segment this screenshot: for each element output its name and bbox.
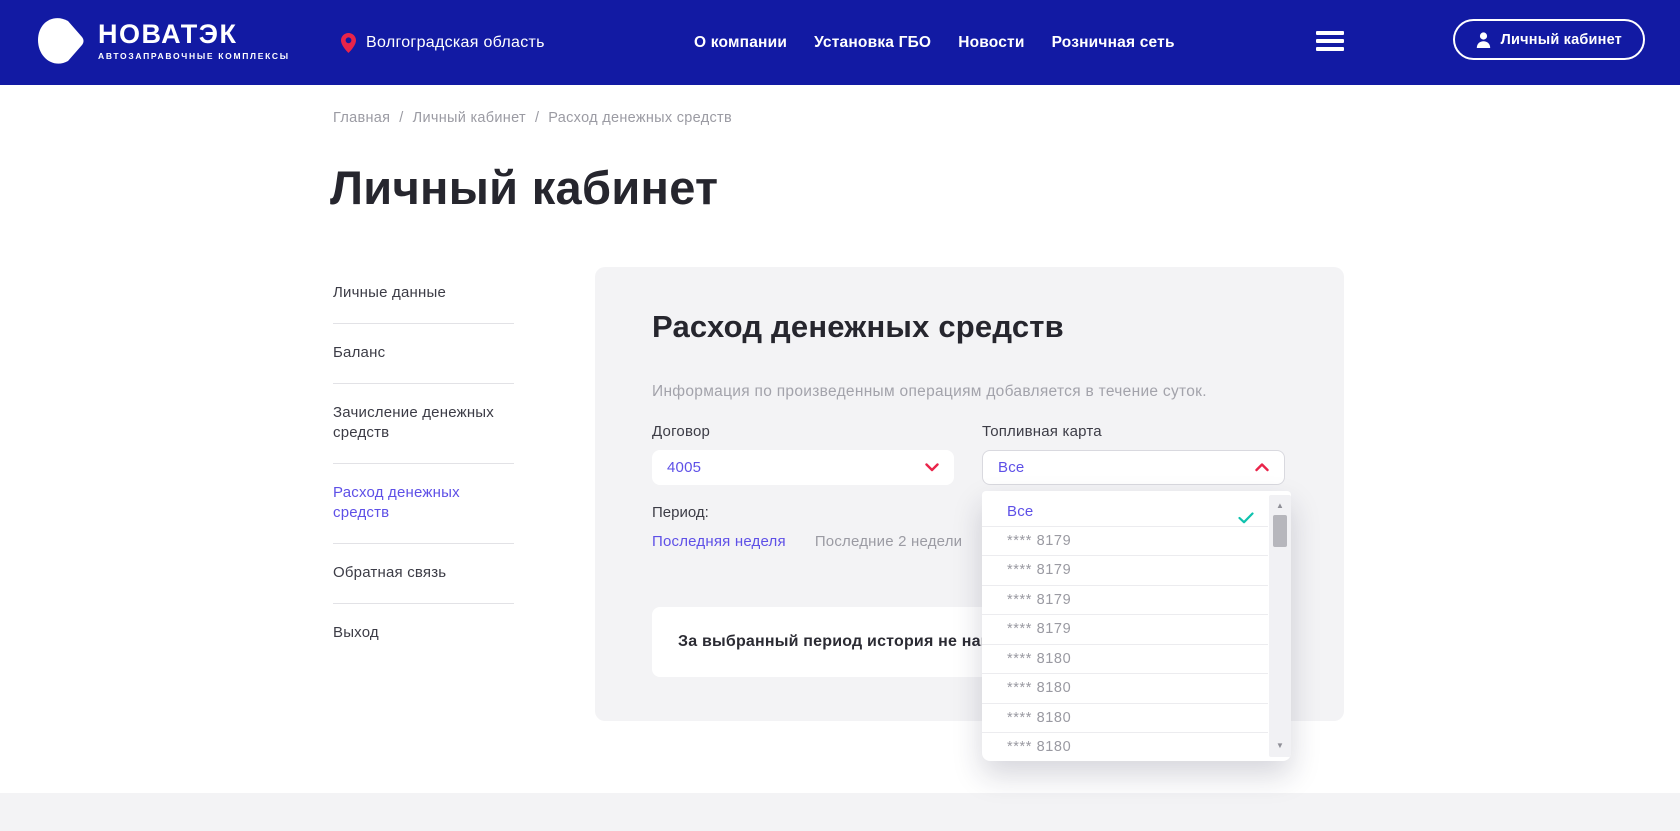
contract-select[interactable]: 4005 (652, 450, 954, 485)
sidebar-item-4[interactable]: Обратная связь (333, 563, 514, 604)
nav-item-0[interactable]: О компании (694, 34, 787, 52)
empty-message: За выбранный период история не найдена (678, 633, 1029, 651)
logo-subtitle: АВТОЗАПРАВОЧНЫЕ КОМПЛЕКСЫ (98, 51, 290, 61)
page: НОВАТЭК АВТОЗАПРАВОЧНЫЕ КОМПЛЕКСЫ Волгог… (0, 0, 1680, 831)
fuel-card-option-3[interactable]: **** 8179 (982, 586, 1268, 616)
page-title: Личный кабинет (330, 160, 718, 215)
fuel-card-options: Все**** 8179**** 8179**** 8179**** 8179*… (982, 497, 1268, 761)
fuel-card-option-4[interactable]: **** 8179 (982, 615, 1268, 645)
footer (0, 793, 1680, 831)
account-button[interactable]: Личный кабинет (1453, 19, 1645, 60)
hamburger-menu-icon[interactable] (1316, 31, 1344, 51)
region-selector[interactable]: Волгоградская область (341, 0, 545, 85)
sidebar-item-0[interactable]: Личные данные (333, 283, 514, 324)
fuel-card-select[interactable]: Все (982, 450, 1285, 485)
region-label: Волгоградская область (366, 34, 545, 52)
breadcrumb-separator: / (399, 110, 403, 126)
period-link-1[interactable]: Последние 2 недели (815, 533, 962, 550)
sidebar-item-2[interactable]: Зачисление денежных средств (333, 403, 514, 464)
breadcrumb-separator: / (535, 110, 539, 126)
logo[interactable]: НОВАТЭК АВТОЗАПРАВОЧНЫЕ КОМПЛЕКСЫ (34, 12, 290, 68)
account-button-label: Личный кабинет (1501, 32, 1622, 48)
contract-label: Договор (652, 423, 710, 440)
breadcrumb: Главная / Личный кабинет / Расход денежных с… (333, 110, 732, 126)
nav-item-1[interactable]: Установка ГБО (814, 34, 931, 52)
sidebar: Личные данные Баланс Зачисление денежных с… (333, 283, 514, 682)
burger-bar (1316, 47, 1344, 51)
chevron-up-icon (1255, 463, 1269, 472)
breadcrumb-item-2[interactable]: Расход денежных средств (548, 110, 732, 126)
sidebar-item-1[interactable]: Баланс (333, 343, 514, 384)
logo-text: НОВАТЭК АВТОЗАПРАВОЧНЫЕ КОМПЛЕКСЫ (98, 20, 290, 61)
fuel-card-option-2[interactable]: **** 8179 (982, 556, 1268, 586)
logo-title: НОВАТЭК (98, 20, 290, 48)
main-nav: О компании Установка ГБО Новости Розничная … (694, 0, 1175, 85)
fuel-card-option-6[interactable]: **** 8180 (982, 674, 1268, 704)
fuel-card-dropdown: Все**** 8179**** 8179**** 8179**** 8179*… (982, 491, 1291, 761)
period-links: Последняя неделя Последние 2 недели (652, 533, 962, 550)
nav-item-3[interactable]: Розничная сеть (1052, 34, 1175, 52)
header: НОВАТЭК АВТОЗАПРАВОЧНЫЕ КОМПЛЕКСЫ Волгог… (0, 0, 1680, 85)
burger-bar (1316, 31, 1344, 35)
flame-logo-icon (34, 12, 86, 68)
chevron-down-icon (925, 463, 939, 472)
breadcrumb-item-1[interactable]: Личный кабинет (413, 110, 526, 126)
panel-subtitle: Информация по произведенным операциям до… (652, 383, 1207, 401)
nav-item-2[interactable]: Новости (958, 34, 1024, 52)
dropdown-scrollbar[interactable]: ▲ ▼ (1269, 495, 1291, 757)
period-link-0[interactable]: Последняя неделя (652, 533, 786, 550)
fuel-card-option-8[interactable]: **** 8180 (982, 733, 1268, 761)
location-pin-icon (341, 33, 356, 53)
sidebar-item-3[interactable]: Расход денежных средств (333, 483, 514, 544)
breadcrumb-item-0[interactable]: Главная (333, 110, 390, 126)
fuel-card-option-7[interactable]: **** 8180 (982, 704, 1268, 734)
scrollbar-thumb[interactable] (1273, 515, 1287, 547)
sidebar-item-5[interactable]: Выход (333, 623, 514, 663)
panel-title: Расход денежных средств (652, 309, 1064, 345)
fuel-card-select-value: Все (998, 459, 1024, 476)
fuel-card-option-0[interactable]: Все (982, 497, 1268, 527)
contract-select-value: 4005 (667, 459, 701, 476)
fuel-card-option-1[interactable]: **** 8179 (982, 527, 1268, 557)
period-label: Период: (652, 504, 709, 521)
triangle-up-icon[interactable]: ▲ (1269, 500, 1291, 512)
fuel-card-option-5[interactable]: **** 8180 (982, 645, 1268, 675)
triangle-down-icon[interactable]: ▼ (1269, 740, 1291, 752)
fuel-card-label: Топливная карта (982, 423, 1102, 440)
burger-bar (1316, 39, 1344, 43)
user-icon (1476, 32, 1491, 48)
